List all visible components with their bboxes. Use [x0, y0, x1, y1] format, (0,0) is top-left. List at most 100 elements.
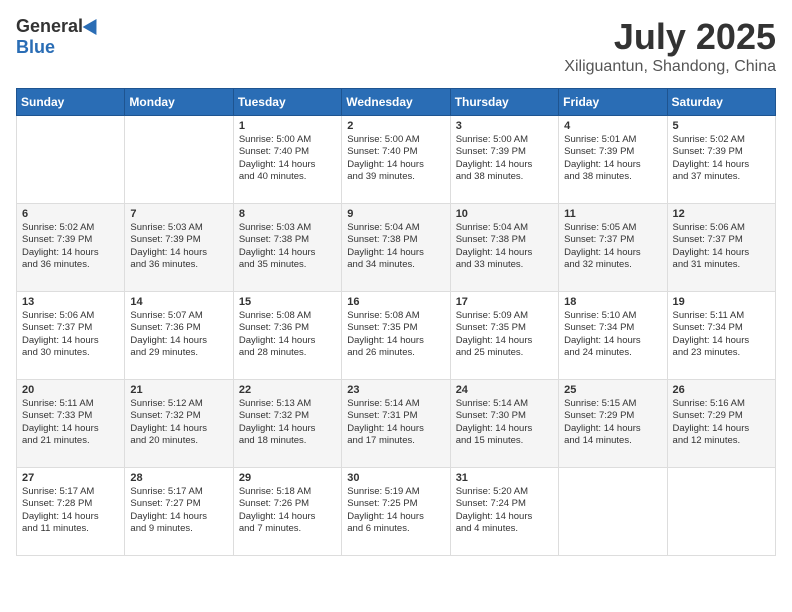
day-info-line: Daylight: 14 hours [239, 423, 336, 435]
day-info-line: and 32 minutes. [564, 259, 661, 271]
day-info-line: Daylight: 14 hours [456, 159, 553, 171]
day-info-line: Daylight: 14 hours [673, 423, 770, 435]
calendar-cell: 17 Sunrise: 5:09 AMSunset: 7:35 PMDayligh… [450, 292, 558, 380]
day-info-line: Daylight: 14 hours [456, 423, 553, 435]
day-info-line: and 24 minutes. [564, 347, 661, 359]
day-info-line: Sunset: 7:38 PM [239, 234, 336, 246]
day-info-line: Daylight: 14 hours [130, 511, 227, 523]
calendar-week-3: 13Sunrise: 5:06 AMSunset: 7:37 PMDayligh… [17, 292, 776, 380]
day-info-line: Daylight: 14 hours [456, 247, 553, 259]
day-info-line: Sunset: 7:34 PM [564, 322, 661, 334]
day-info-line: and 40 minutes. [239, 171, 336, 183]
calendar-table: SundayMondayTuesdayWednesdayThursdayFrid… [16, 88, 776, 556]
weekday-header-wednesday: Wednesday [342, 89, 450, 116]
calendar-cell: 24 Sunrise: 5:14 AMSunset: 7:30 PMDayligh… [450, 380, 558, 468]
day-number: 24 [456, 384, 553, 396]
day-number: 29 [239, 472, 336, 484]
day-info-line: and 37 minutes. [673, 171, 770, 183]
weekday-header-sunday: Sunday [17, 89, 125, 116]
day-info-line: Daylight: 14 hours [130, 335, 227, 347]
day-info-line: Sunrise: 5:15 AM [564, 398, 661, 410]
day-info-line: Sunset: 7:39 PM [130, 234, 227, 246]
calendar-cell [559, 468, 667, 556]
day-info-line: Sunrise: 5:10 AM [564, 310, 661, 322]
day-info-line: Daylight: 14 hours [347, 247, 444, 259]
day-info-line: Sunrise: 5:14 AM [347, 398, 444, 410]
calendar-week-1: 1Sunrise: 5:00 AMSunset: 7:40 PMDaylight… [17, 116, 776, 204]
day-info-line: Sunrise: 5:06 AM [22, 310, 119, 322]
day-info-line: and 39 minutes. [347, 171, 444, 183]
day-info-line: Sunrise: 5:17 AM [22, 486, 119, 498]
day-info-line: and 11 minutes. [22, 523, 119, 535]
day-number: 10 [456, 208, 553, 220]
day-info-line: Sunset: 7:33 PM [22, 410, 119, 422]
day-number: 3 [456, 120, 553, 132]
day-number: 5 [673, 120, 770, 132]
day-info-line: Sunset: 7:38 PM [456, 234, 553, 246]
day-number: 17 [456, 296, 553, 308]
day-number: 28 [130, 472, 227, 484]
day-info-line: Sunrise: 5:04 AM [456, 222, 553, 234]
day-info-line: and 12 minutes. [673, 435, 770, 447]
day-info-line: Daylight: 14 hours [673, 247, 770, 259]
day-info-line: Daylight: 14 hours [239, 159, 336, 171]
day-number: 6 [22, 208, 119, 220]
day-info-line: and 31 minutes. [673, 259, 770, 271]
day-info-line: Sunrise: 5:04 AM [347, 222, 444, 234]
day-info-line: Daylight: 14 hours [239, 247, 336, 259]
day-info-line: and 15 minutes. [456, 435, 553, 447]
day-info-line: Sunrise: 5:14 AM [456, 398, 553, 410]
calendar-cell: 28Sunrise: 5:17 AMSunset: 7:27 PMDayligh… [125, 468, 233, 556]
day-info-line: Daylight: 14 hours [564, 247, 661, 259]
day-info-line: and 38 minutes. [456, 171, 553, 183]
day-number: 14 [130, 296, 227, 308]
day-info-line: and 33 minutes. [456, 259, 553, 271]
day-info-line: Daylight: 14 hours [130, 247, 227, 259]
calendar-cell: 31Sunrise: 5:20 AMSunset: 7:24 PMDayligh… [450, 468, 558, 556]
calendar-week-5: 27Sunrise: 5:17 AMSunset: 7:28 PMDayligh… [17, 468, 776, 556]
calendar-cell [17, 116, 125, 204]
day-info-line: Sunset: 7:34 PM [673, 322, 770, 334]
day-info-line: Daylight: 14 hours [673, 335, 770, 347]
month-title: July 2025 [564, 16, 776, 58]
day-info-line: Daylight: 14 hours [564, 159, 661, 171]
day-info-line: Sunset: 7:32 PM [239, 410, 336, 422]
day-info-line: Sunset: 7:30 PM [456, 410, 553, 422]
calendar-cell [667, 468, 775, 556]
day-number: 15 [239, 296, 336, 308]
day-info-line: Sunset: 7:36 PM [239, 322, 336, 334]
day-info-line: and 29 minutes. [130, 347, 227, 359]
day-info-line: Sunset: 7:40 PM [239, 146, 336, 158]
day-info-line: Sunrise: 5:03 AM [130, 222, 227, 234]
day-info-line: Sunrise: 5:16 AM [673, 398, 770, 410]
day-number: 16 [347, 296, 444, 308]
calendar-cell: 6Sunrise: 5:02 AMSunset: 7:39 PMDaylight… [17, 204, 125, 292]
day-number: 26 [673, 384, 770, 396]
calendar-cell: 20Sunrise: 5:11 AMSunset: 7:33 PMDayligh… [17, 380, 125, 468]
day-info-line: Sunset: 7:39 PM [564, 146, 661, 158]
day-info-line: Daylight: 14 hours [22, 423, 119, 435]
day-info-line: Daylight: 14 hours [347, 335, 444, 347]
weekday-header-friday: Friday [559, 89, 667, 116]
calendar-cell: 11Sunrise: 5:05 AMSunset: 7:37 PMDayligh… [559, 204, 667, 292]
day-info-line: and 34 minutes. [347, 259, 444, 271]
day-number: 1 [239, 120, 336, 132]
calendar-cell: 18Sunrise: 5:10 AMSunset: 7:34 PMDayligh… [559, 292, 667, 380]
day-info-line: Sunrise: 5:09 AM [456, 310, 553, 322]
day-info-line: Daylight: 14 hours [456, 511, 553, 523]
calendar-cell: 12Sunrise: 5:06 AMSunset: 7:37 PMDayligh… [667, 204, 775, 292]
calendar-cell: 25Sunrise: 5:15 AMSunset: 7:29 PMDayligh… [559, 380, 667, 468]
day-info-line: Sunset: 7:29 PM [564, 410, 661, 422]
day-info-line: Sunset: 7:35 PM [456, 322, 553, 334]
day-number: 8 [239, 208, 336, 220]
page-header: General Blue July 2025 Xiliguantun, Shan… [16, 16, 776, 76]
day-info-line: Daylight: 14 hours [22, 511, 119, 523]
day-info-line: Sunrise: 5:03 AM [239, 222, 336, 234]
weekday-header-row: SundayMondayTuesdayWednesdayThursdayFrid… [17, 89, 776, 116]
calendar-cell: 16Sunrise: 5:08 AMSunset: 7:35 PMDayligh… [342, 292, 450, 380]
day-info-line: Daylight: 14 hours [456, 335, 553, 347]
day-number: 22 [239, 384, 336, 396]
day-info-line: and 7 minutes. [239, 523, 336, 535]
calendar-cell: 10 Sunrise: 5:04 AMSunset: 7:38 PMDayligh… [450, 204, 558, 292]
day-info-line: Sunset: 7:25 PM [347, 498, 444, 510]
